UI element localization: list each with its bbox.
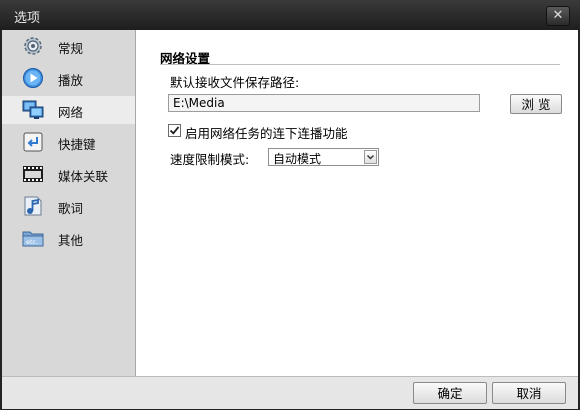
sidebar-item-hotkeys[interactable]: 快捷键	[2, 128, 135, 156]
chevron-down-icon	[367, 155, 374, 160]
speed-mode-value: 自动模式	[273, 152, 322, 166]
keyboard-icon	[23, 132, 43, 152]
film-icon	[23, 166, 43, 182]
sidebar-item-label: 快捷键	[58, 137, 96, 152]
continuous-play-checkbox[interactable]	[168, 124, 181, 137]
sidebar: 常规 播放 网络 快捷键 媒体关联 歌词 etc. 其他	[2, 30, 136, 376]
sidebar-item-other[interactable]: etc. 其他	[2, 224, 135, 252]
close-icon: ✕	[552, 8, 564, 23]
continuous-play-label[interactable]: 启用网络任务的连下连播功能	[185, 123, 348, 142]
check-icon	[169, 126, 180, 135]
speed-mode-select[interactable]: 自动模式	[268, 148, 379, 166]
ok-button-label: 确定	[437, 386, 463, 401]
window-title: 选项	[14, 11, 41, 26]
dialog-body: 常规 播放 网络 快捷键 媒体关联 歌词 etc. 其他 网络设置 默认接收文件…	[2, 30, 578, 376]
svg-text:etc.: etc.	[26, 238, 38, 246]
play-icon	[23, 68, 43, 88]
sidebar-item-label: 媒体关联	[58, 169, 109, 184]
browse-button-label: 浏 览	[521, 97, 551, 112]
browse-button[interactable]: 浏 览	[510, 94, 562, 114]
dialog-footer: 确定 取消	[2, 376, 578, 409]
dropdown-button[interactable]	[364, 150, 377, 164]
speed-limit-label: 速度限制模式:	[170, 152, 250, 167]
cancel-button-label: 取消	[516, 386, 542, 401]
sidebar-item-media-association[interactable]: 媒体关联	[2, 160, 135, 188]
sidebar-item-label: 播放	[58, 73, 84, 88]
sidebar-item-playback[interactable]: 播放	[2, 64, 135, 92]
ok-button[interactable]: 确定	[413, 382, 487, 404]
cancel-button[interactable]: 取消	[492, 382, 566, 404]
sidebar-item-network[interactable]: 网络	[2, 96, 135, 124]
sidebar-item-label: 常规	[58, 41, 84, 56]
sidebar-item-lyrics[interactable]: 歌词	[2, 192, 135, 220]
sidebar-item-general[interactable]: 常规	[2, 32, 135, 60]
sidebar-item-label: 网络	[58, 105, 84, 120]
close-button[interactable]: ✕	[546, 6, 570, 26]
title-bar[interactable]: 选项 ✕	[0, 0, 580, 30]
network-icon	[22, 100, 44, 119]
save-path-label: 默认接收文件保存路径:	[170, 75, 300, 90]
sidebar-item-label: 歌词	[58, 201, 84, 216]
etc-folder-icon: etc.	[22, 231, 44, 247]
network-settings-panel: 网络设置 默认接收文件保存路径: 浏 览 启用网络任务的连下连播功能 速度限制模…	[136, 30, 578, 376]
gear-icon	[24, 37, 42, 55]
save-path-input[interactable]	[168, 94, 480, 112]
sidebar-item-label: 其他	[58, 233, 84, 248]
options-dialog: 选项 ✕ 常规 播放 网络 快捷键 媒体关联 歌词 etc. 其他 网络设置 默…	[0, 0, 580, 410]
section-divider	[160, 64, 560, 65]
music-icon	[24, 196, 42, 216]
